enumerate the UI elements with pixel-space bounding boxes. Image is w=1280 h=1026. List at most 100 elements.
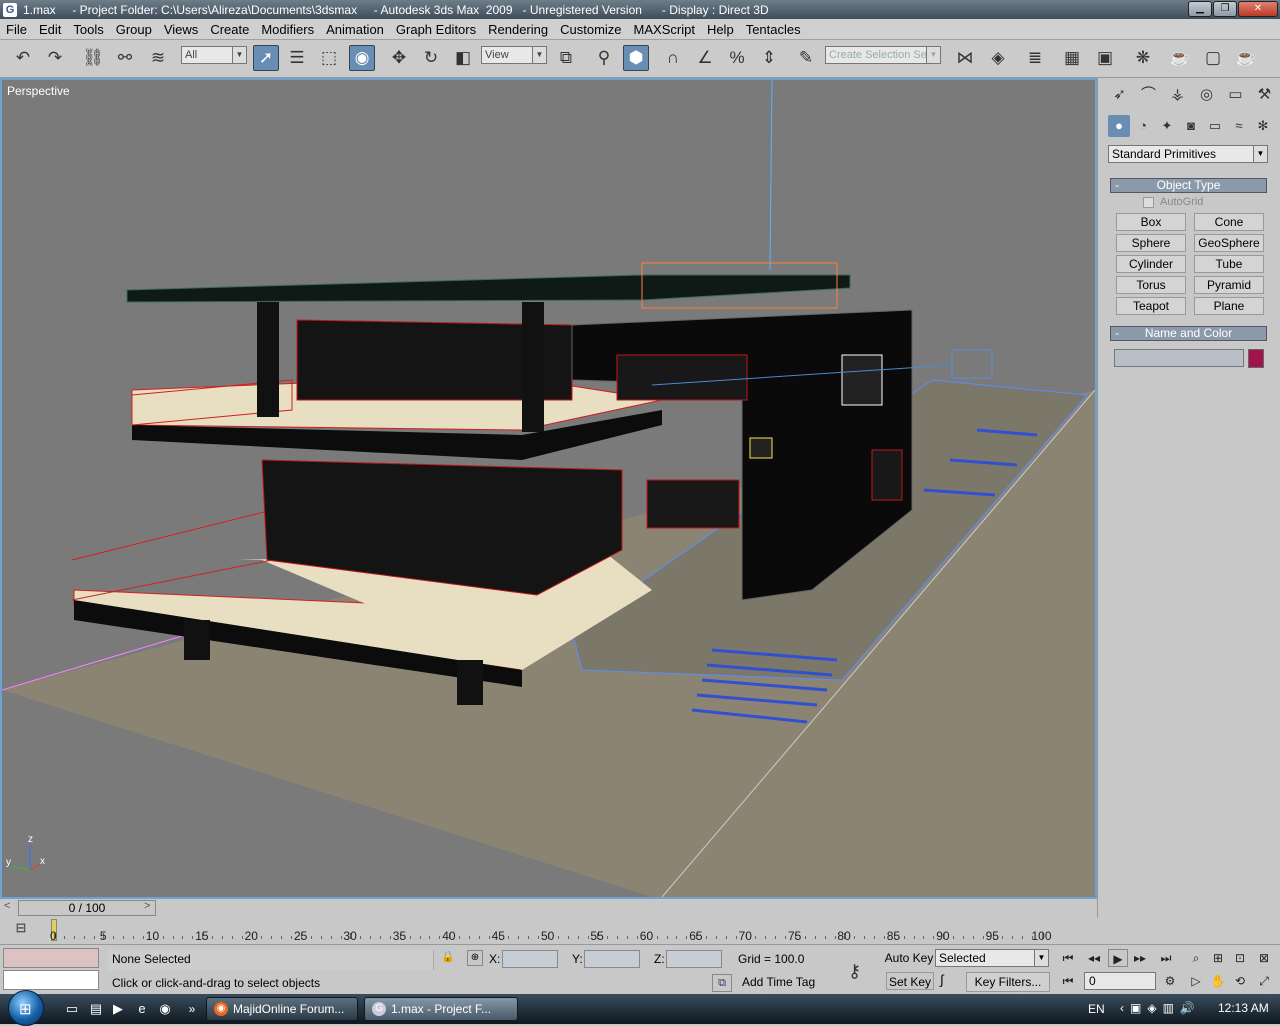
object-name-field[interactable] bbox=[1114, 349, 1244, 367]
window-crossing-icon[interactable]: ◉ bbox=[349, 45, 375, 71]
autogrid-checkbox[interactable]: AutoGrid bbox=[1143, 196, 1203, 208]
menu-maxscript[interactable]: MAXScript bbox=[628, 22, 701, 37]
mirror-icon[interactable]: ⋈ bbox=[952, 45, 978, 71]
curve-editor-icon[interactable]: ▦ bbox=[1059, 45, 1085, 71]
menu-edit[interactable]: Edit bbox=[33, 22, 67, 37]
pivot-point-icon[interactable]: ⧉ bbox=[553, 45, 579, 71]
menu-file[interactable]: File bbox=[0, 22, 33, 37]
select-and-link-icon[interactable]: ⛓ bbox=[80, 45, 106, 71]
quick-launch-overflow-icon[interactable]: » bbox=[184, 1001, 200, 1017]
frame-ruler[interactable]: 0 5 10 15 20 25 30 35 40 45 50 55 60 65 70 75 80 85 90 95 10… bbox=[50, 919, 1052, 943]
menu-graph-editors[interactable]: Graph Editors bbox=[390, 22, 482, 37]
menu-create[interactable]: Create bbox=[204, 22, 255, 37]
maxscript-listener-mini[interactable] bbox=[3, 948, 99, 968]
space-warps-icon[interactable]: ≈ bbox=[1228, 115, 1250, 137]
maximize-viewport-icon[interactable]: ⤢ bbox=[1254, 972, 1274, 990]
cone-button[interactable]: Cone bbox=[1194, 213, 1264, 231]
select-and-scale-icon[interactable]: ◧ bbox=[450, 45, 476, 71]
pyramid-button[interactable]: Pyramid bbox=[1194, 276, 1264, 294]
systems-icon[interactable]: ✻ bbox=[1252, 115, 1274, 137]
create-tab-icon[interactable]: ➶ bbox=[1108, 84, 1131, 106]
zoom-icon[interactable]: ⌕ bbox=[1186, 949, 1206, 967]
layer-manager-icon[interactable]: ≣ bbox=[1022, 45, 1048, 71]
motion-tab-icon[interactable]: ◎ bbox=[1195, 84, 1218, 106]
zoom-extents-all-icon[interactable]: ⊠ bbox=[1254, 949, 1274, 967]
menu-tentacles[interactable]: Tentacles bbox=[740, 22, 807, 37]
menu-customize[interactable]: Customize bbox=[554, 22, 627, 37]
open-mini-curve-editor-icon[interactable]: ⊟ bbox=[4, 920, 38, 940]
y-coordinate-field[interactable] bbox=[584, 950, 640, 968]
select-and-move-icon[interactable]: ✥ bbox=[386, 45, 412, 71]
zoom-all-icon[interactable]: ⊞ bbox=[1208, 949, 1228, 967]
teapot-button[interactable]: Teapot bbox=[1116, 297, 1186, 315]
edit-named-selection-icon[interactable]: ✎ bbox=[793, 45, 819, 71]
switch-windows-icon[interactable]: ▤ bbox=[88, 1001, 104, 1017]
sphere-button[interactable]: Sphere bbox=[1116, 234, 1186, 252]
render-setup-icon[interactable]: ☕ bbox=[1167, 45, 1193, 71]
previous-frame-icon[interactable]: ◂◂ bbox=[1084, 949, 1104, 967]
cylinder-button[interactable]: Cylinder bbox=[1116, 255, 1186, 273]
utilities-tab-icon[interactable]: ⚒ bbox=[1253, 84, 1276, 106]
angle-snap-icon[interactable]: ∠ bbox=[692, 45, 718, 71]
display-tab-icon[interactable]: ▭ bbox=[1224, 84, 1247, 106]
rendered-frame-window-icon[interactable]: ▢ bbox=[1200, 45, 1226, 71]
maxscript-input-mini[interactable] bbox=[3, 970, 99, 990]
z-coordinate-field[interactable] bbox=[666, 950, 722, 968]
set-key-button[interactable]: Set Key bbox=[886, 972, 934, 990]
time-next-icon[interactable]: > bbox=[144, 900, 150, 912]
go-to-start-icon[interactable]: ⏮ bbox=[1058, 949, 1078, 967]
menu-modifiers[interactable]: Modifiers bbox=[255, 22, 320, 37]
auto-key-button[interactable]: Auto Key bbox=[884, 949, 934, 967]
material-editor-icon[interactable]: ❋ bbox=[1130, 45, 1156, 71]
maximize-button[interactable]: ❐ bbox=[1213, 1, 1237, 17]
lock-selection-icon[interactable]: 🔒 bbox=[441, 950, 455, 963]
modify-tab-icon[interactable]: ⌒ bbox=[1137, 84, 1160, 106]
start-button[interactable]: ⊞ bbox=[8, 990, 44, 1026]
redo-icon[interactable]: ↷ bbox=[42, 45, 68, 71]
menu-group[interactable]: Group bbox=[110, 22, 158, 37]
select-by-name-icon[interactable]: ☰ bbox=[284, 45, 310, 71]
media-player-icon[interactable]: ▶ bbox=[110, 1001, 126, 1017]
time-configuration-icon[interactable]: ⚙ bbox=[1160, 972, 1180, 990]
time-tag-icon[interactable]: ⧉ bbox=[712, 974, 732, 992]
name-and-color-rollout[interactable]: - Name and Color bbox=[1110, 326, 1267, 341]
plane-button[interactable]: Plane bbox=[1194, 297, 1264, 315]
object-category-dropdown[interactable]: Standard Primitives ▼ bbox=[1108, 145, 1268, 163]
spinner-snap-icon[interactable]: ⇕ bbox=[756, 45, 782, 71]
key-filters-button[interactable]: Key Filters... bbox=[966, 972, 1050, 992]
volume-icon[interactable]: 🔊 bbox=[1180, 1001, 1195, 1015]
reference-coordinate-dropdown[interactable]: View ▼ bbox=[481, 46, 547, 64]
geosphere-button[interactable]: GeoSphere bbox=[1194, 234, 1264, 252]
time-prev-icon[interactable]: < bbox=[4, 900, 10, 912]
close-button[interactable]: ✕ bbox=[1238, 1, 1278, 17]
shapes-icon[interactable]: ◔ bbox=[1132, 115, 1154, 137]
menu-rendering[interactable]: Rendering bbox=[482, 22, 554, 37]
go-to-end-icon[interactable]: ⏭ bbox=[1156, 949, 1176, 967]
perspective-viewport[interactable]: Perspective z y x bbox=[0, 78, 1097, 899]
network-icon[interactable]: ▥ bbox=[1163, 1001, 1174, 1015]
language-indicator[interactable]: EN bbox=[1088, 1002, 1105, 1016]
percent-snap-icon[interactable]: % bbox=[724, 45, 750, 71]
select-and-rotate-icon[interactable]: ↻ bbox=[418, 45, 444, 71]
bind-space-warp-icon[interactable]: ≋ bbox=[145, 45, 171, 71]
tray-app-icon[interactable]: ▣ bbox=[1130, 1001, 1141, 1015]
torus-button[interactable]: Torus bbox=[1116, 276, 1186, 294]
menu-help[interactable]: Help bbox=[701, 22, 740, 37]
undo-icon[interactable]: ↶ bbox=[10, 45, 36, 71]
default-in-out-tangents-icon[interactable]: ∫ bbox=[940, 972, 944, 987]
show-desktop-icon[interactable]: ▭ bbox=[64, 1001, 80, 1017]
schematic-view-icon[interactable]: ▣ bbox=[1092, 45, 1118, 71]
unlink-icon[interactable]: ⚯ bbox=[112, 45, 138, 71]
lights-icon[interactable]: ✦ bbox=[1156, 115, 1178, 137]
selection-filter-dropdown[interactable]: All ▼ bbox=[181, 46, 247, 64]
tray-app-icon[interactable]: ◈ bbox=[1147, 1001, 1156, 1015]
absolute-mode-transform-icon[interactable]: ⊕ bbox=[467, 950, 483, 966]
tray-chevron-icon[interactable]: ‹ bbox=[1120, 1001, 1124, 1015]
menu-views[interactable]: Views bbox=[158, 22, 204, 37]
helpers-icon[interactable]: ▭ bbox=[1204, 115, 1226, 137]
field-of-view-icon[interactable]: ▷ bbox=[1186, 972, 1206, 990]
cameras-icon[interactable]: ◙ bbox=[1180, 115, 1202, 137]
geometry-icon[interactable]: ● bbox=[1108, 115, 1130, 137]
select-and-manipulate-icon[interactable]: ⚲ bbox=[591, 45, 617, 71]
keyboard-shortcut-override-icon[interactable]: ⬢ bbox=[623, 45, 649, 71]
